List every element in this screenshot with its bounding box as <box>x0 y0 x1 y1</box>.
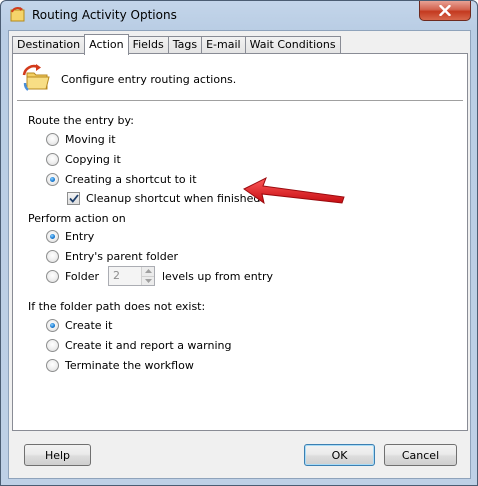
red-arrow-annotation <box>243 176 345 205</box>
action-tab-panel: Configure entry routing actions. Route t… <box>12 53 468 431</box>
spin-down-button[interactable] <box>142 276 154 285</box>
route-group-label: Route the entry by: <box>28 114 134 127</box>
radio-label: Create it <box>65 318 113 332</box>
radio-button[interactable] <box>46 269 59 283</box>
tab-destination[interactable]: Destination <box>12 36 86 54</box>
tab-fields[interactable]: Fields <box>127 36 169 54</box>
title-bar[interactable]: Routing Activity Options <box>1 1 477 30</box>
radio-button-selected[interactable] <box>46 172 59 186</box>
radio-copying[interactable]: Copying it <box>46 151 121 167</box>
radio-label: Moving it <box>65 132 116 146</box>
missing-folder-group-label: If the folder path does not exist: <box>28 300 206 313</box>
folder-levels-value[interactable]: 2 <box>109 267 141 285</box>
radio-shortcut[interactable]: Creating a shortcut to it <box>46 171 197 187</box>
radio-label: Entry's parent folder <box>65 249 179 263</box>
radio-label: Entry <box>65 229 95 243</box>
radio-label: Creating a shortcut to it <box>65 172 197 186</box>
radio-button[interactable] <box>46 152 59 166</box>
radio-button-selected[interactable] <box>46 318 59 332</box>
radio-button[interactable] <box>46 338 59 352</box>
radio-folder[interactable]: Folder <box>46 268 99 284</box>
spinner-buttons <box>141 267 154 285</box>
cleanup-shortcut-checkbox[interactable]: Cleanup shortcut when finished <box>67 190 260 206</box>
checkmark-icon <box>68 193 79 203</box>
cancel-button[interactable]: Cancel <box>384 444 457 466</box>
close-button[interactable] <box>419 1 471 21</box>
tab-tags[interactable]: Tags <box>167 36 203 54</box>
radio-moving[interactable]: Moving it <box>46 131 116 147</box>
header-divider <box>17 100 463 102</box>
radio-label: Copying it <box>65 152 121 166</box>
radio-button[interactable] <box>46 358 59 372</box>
radio-terminate[interactable]: Terminate the workflow <box>46 357 194 373</box>
arrow-shape <box>243 176 345 205</box>
header-description: Configure entry routing actions. <box>61 73 237 86</box>
radio-label: Folder <box>65 269 99 283</box>
checkbox-label: Cleanup shortcut when finished <box>86 191 261 205</box>
chevron-up-icon <box>144 269 152 274</box>
dialog-client: Destination Action Fields Tags E-mail Wa… <box>8 30 471 479</box>
tab-strip: Destination Action Fields Tags E-mail Wa… <box>12 34 341 55</box>
tab-action[interactable]: Action <box>84 34 129 55</box>
radio-button[interactable] <box>46 249 59 263</box>
radio-button[interactable] <box>46 132 59 146</box>
chevron-down-icon <box>144 278 152 283</box>
dialog-window: Routing Activity Options Destination Act… <box>0 0 478 486</box>
folder-levels-spinner[interactable]: 2 <box>108 266 155 286</box>
radio-create-it[interactable]: Create it <box>46 317 112 333</box>
radio-parent-folder[interactable]: Entry's parent folder <box>46 248 178 264</box>
levels-label: levels up from entry <box>162 270 274 283</box>
checkbox[interactable] <box>67 191 80 205</box>
window-title: Routing Activity Options <box>32 8 177 22</box>
spin-up-button[interactable] <box>142 267 154 277</box>
perform-group-label: Perform action on <box>28 212 126 225</box>
tab-wait-conditions[interactable]: Wait Conditions <box>244 36 341 54</box>
close-icon <box>439 5 451 16</box>
help-button[interactable]: Help <box>24 444 91 466</box>
radio-create-and-warn[interactable]: Create it and report a warning <box>46 337 231 353</box>
radio-label: Create it and report a warning <box>65 338 232 352</box>
ok-button[interactable]: OK <box>304 444 375 466</box>
routing-app-icon <box>10 6 25 22</box>
radio-label: Terminate the workflow <box>65 358 194 372</box>
radio-button-selected[interactable] <box>46 229 59 243</box>
routing-folder-icon <box>22 64 50 91</box>
radio-entry[interactable]: Entry <box>46 228 94 244</box>
tab-email[interactable]: E-mail <box>201 36 246 54</box>
